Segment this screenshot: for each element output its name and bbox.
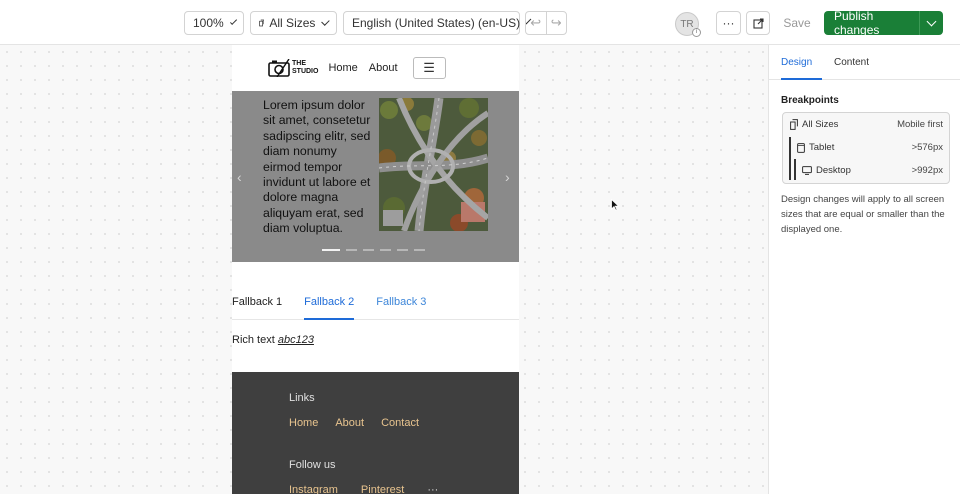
locale-select[interactable]: English (United States) (en-US) <box>343 11 532 35</box>
hero-carousel: Lorem ipsum dolor sit amet, consetetur s… <box>232 91 519 262</box>
more-icon: ··· <box>722 16 735 30</box>
publish-button[interactable]: Publish changes <box>824 9 943 37</box>
breakpoint-value: >992px <box>911 165 943 176</box>
carousel-dot[interactable] <box>414 249 425 251</box>
locale-value: English (United States) (en-US) <box>352 16 521 30</box>
avatar[interactable]: TR i <box>675 12 701 37</box>
breakpoint-tablet[interactable]: Tablet >576px <box>783 142 949 153</box>
hero-image-highway-interchange <box>379 98 488 231</box>
footer-link-instagram[interactable]: Instagram <box>289 484 338 494</box>
carousel-dot[interactable] <box>363 249 374 251</box>
top-toolbar: 100% All Sizes English (United States) (… <box>0 0 960 45</box>
publish-options-button[interactable] <box>919 11 943 35</box>
carousel-dot[interactable] <box>397 249 408 251</box>
desktop-icon <box>802 166 812 175</box>
mouse-cursor-icon <box>611 199 619 211</box>
zoom-select[interactable]: 100% <box>184 11 244 35</box>
site-logo[interactable]: THE STUDIO <box>268 59 318 77</box>
carousel-next-icon[interactable]: › <box>505 169 510 185</box>
carousel-prev-icon[interactable]: ‹ <box>237 169 242 185</box>
footer-social-links: Instagram Pinterest ··· <box>289 484 438 494</box>
breakpoint-label: Tablet <box>809 142 835 153</box>
carousel-dot[interactable] <box>322 249 340 251</box>
sizes-select[interactable]: All Sizes <box>250 11 337 35</box>
avatar-initials: TR <box>680 18 694 30</box>
footer-links-heading: Links <box>289 392 315 404</box>
fallback-tabs: Fallback 1 Fallback 2 Fallback 3 <box>232 294 519 320</box>
carousel-dot[interactable] <box>380 249 391 251</box>
breakpoint-value: Mobile first <box>897 119 943 130</box>
rich-text-block[interactable]: Rich text abc123 <box>232 334 314 346</box>
logo-text-line2: STUDIO <box>292 68 319 75</box>
sizes-value: All Sizes <box>269 16 316 30</box>
editor-canvas[interactable]: THE STUDIO Home About ☰ Lorem ipsum dolo… <box>0 45 768 494</box>
breakpoint-desktop[interactable]: Desktop >992px <box>783 165 949 176</box>
zoom-value: 100% <box>193 16 224 30</box>
hamburger-icon: ☰ <box>423 60 435 75</box>
breakpoint-label: All Sizes <box>802 119 839 130</box>
footer-link-about[interactable]: About <box>335 417 364 429</box>
tablet-icon <box>797 142 805 153</box>
chevron-down-icon <box>229 17 237 25</box>
footer-link-contact[interactable]: Contact <box>381 417 419 429</box>
breakpoints-title: Breakpoints <box>781 95 839 106</box>
rich-text-prefix: Rich text <box>232 334 278 346</box>
redo-icon[interactable]: ↪ <box>545 12 567 34</box>
device-icon <box>259 19 265 27</box>
tab-design[interactable]: Design <box>781 45 822 80</box>
nav-link-about[interactable]: About <box>369 62 398 74</box>
camera-logo-icon <box>268 59 290 77</box>
footer-link-home[interactable]: Home <box>289 417 318 429</box>
undo-redo-group: ↩ ↪ <box>525 11 567 35</box>
footer-more-icon[interactable]: ··· <box>427 484 438 494</box>
save-label: Save <box>783 16 811 30</box>
page-preview: THE STUDIO Home About ☰ Lorem ipsum dolo… <box>232 45 519 494</box>
breakpoint-all-sizes[interactable]: All Sizes Mobile first <box>783 119 949 130</box>
footer-links: Home About Contact <box>289 417 419 429</box>
breakpoints-note: Design changes will apply to all screen … <box>781 194 945 235</box>
site-header: THE STUDIO Home About ☰ <box>232 45 519 91</box>
footer-link-pinterest[interactable]: Pinterest <box>361 484 404 494</box>
tab-fallback-3[interactable]: Fallback 3 <box>376 294 426 320</box>
undo-icon[interactable]: ↩ <box>526 12 546 34</box>
tab-fallback-1[interactable]: Fallback 1 <box>232 294 282 320</box>
nav-link-home[interactable]: Home <box>328 62 357 74</box>
site-footer: Links Home About Contact Follow us Insta… <box>232 372 519 494</box>
tab-fallback-2[interactable]: Fallback 2 <box>304 294 355 320</box>
hero-text: Lorem ipsum dolor sit amet, consetetur s… <box>263 98 371 236</box>
hamburger-menu-button[interactable]: ☰ <box>412 57 446 79</box>
external-link-icon <box>752 17 764 29</box>
chevron-down-icon <box>926 16 937 26</box>
carousel-dot[interactable] <box>346 249 357 251</box>
properties-panel: Design Content Breakpoints All Sizes Mob… <box>768 45 960 494</box>
rich-text-link[interactable]: abc123 <box>278 334 314 346</box>
breakpoint-label: Desktop <box>816 165 851 176</box>
tab-content[interactable]: Content <box>834 45 869 80</box>
chevron-down-icon <box>321 16 330 26</box>
open-external-button[interactable] <box>746 11 770 35</box>
save-button[interactable]: Save <box>776 11 818 35</box>
footer-follow-heading: Follow us <box>289 459 336 471</box>
breakpoints-list: All Sizes Mobile first Tablet >576px Des… <box>782 112 950 184</box>
more-button[interactable]: ··· <box>716 11 741 35</box>
carousel-indicators <box>322 249 425 251</box>
device-icon <box>790 119 798 130</box>
logo-text-line1: THE <box>292 60 306 67</box>
publish-label: Publish changes <box>834 9 880 37</box>
panel-tabs: Design Content <box>769 45 960 80</box>
info-icon: i <box>692 28 701 37</box>
breakpoint-value: >576px <box>911 142 943 153</box>
